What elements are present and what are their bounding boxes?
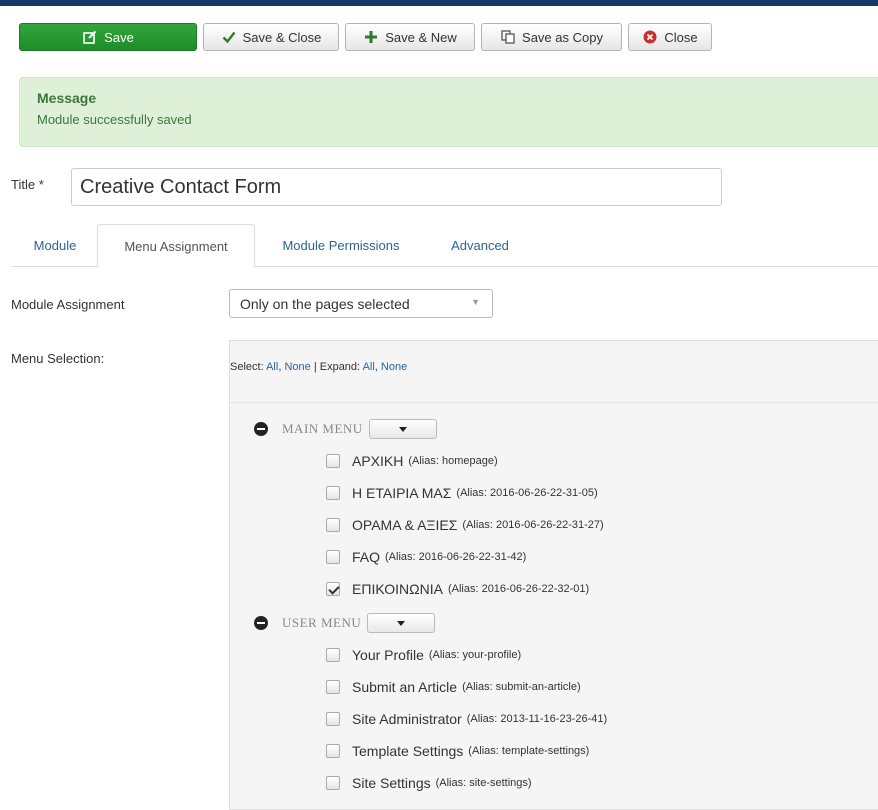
menu-item-name: ΕΠΙΚΟΙΝΩΝΙΑ xyxy=(352,581,443,597)
expand-label: Expand: xyxy=(319,361,361,373)
success-message: Message Module successfully saved xyxy=(19,77,878,147)
menu-item: ΕΠΙΚΟΙΝΩΝΙΑ (Alias: 2016-06-26-22-32-01) xyxy=(326,581,589,597)
chevron-down-icon: ▼ xyxy=(471,297,480,307)
menu-group-main: MAIN MENU xyxy=(254,419,437,439)
menu-item-checkbox[interactable] xyxy=(326,776,340,790)
close-icon xyxy=(642,29,658,45)
copy-icon xyxy=(500,29,516,45)
expand-none-link[interactable]: None xyxy=(381,361,407,373)
menu-selection-label: Menu Selection: xyxy=(11,351,105,366)
menu-item-alias: (Alias: homepage) xyxy=(408,455,498,467)
menu-item-checkbox[interactable] xyxy=(326,648,340,662)
menu-group-dropdown-button[interactable] xyxy=(368,419,437,439)
expand-comma: , xyxy=(374,361,378,373)
save-button[interactable]: Save xyxy=(19,23,197,51)
module-assignment-label: Module Assignment xyxy=(11,297,125,312)
save-label: Save xyxy=(104,29,134,45)
menu-item: FAQ (Alias: 2016-06-26-22-31-42) xyxy=(326,549,526,565)
close-label: Close xyxy=(664,29,698,45)
select-label: Select: xyxy=(230,361,264,373)
menu-item-name: Template Settings xyxy=(352,743,464,759)
message-heading: Message xyxy=(37,90,97,106)
menu-item-name: ΑΡΧΙΚΗ xyxy=(352,453,404,469)
menu-item: Submit an Article (Alias: submit-an-arti… xyxy=(326,679,581,695)
save-as-copy-button[interactable]: Save as Copy xyxy=(481,23,622,51)
close-button[interactable]: Close xyxy=(628,23,712,51)
tab-module[interactable]: Module xyxy=(21,224,89,267)
menu-item: Η ΕΤΑΙΡΙΑ ΜΑΣ (Alias: 2016-06-26-22-31-0… xyxy=(326,485,598,501)
menu-item-alias: (Alias: 2016-06-26-22-31-42) xyxy=(385,551,527,563)
menu-item: ΟΡΑΜΑ & ΑΞΙΕΣ (Alias: 2016-06-26-22-31-2… xyxy=(326,517,604,533)
toolbar: Save Save & Close Save & New Save as Cop… xyxy=(19,23,712,51)
title-input[interactable] xyxy=(71,168,722,206)
menu-item-name: Η ΕΤΑΙΡΙΑ ΜΑΣ xyxy=(352,485,452,501)
caret-down-icon xyxy=(398,426,407,432)
checkmark-icon xyxy=(221,29,237,45)
tab-module-permissions[interactable]: Module Permissions xyxy=(261,224,421,267)
select-expand-line: Select: All, None | Expand: All, None xyxy=(230,361,407,373)
menu-item: Template Settings (Alias: template-setti… xyxy=(326,743,589,759)
edit-icon xyxy=(82,29,98,45)
menu-item-checkbox[interactable] xyxy=(326,486,340,500)
menu-item-alias: (Alias: 2016-06-26-22-32-01) xyxy=(447,583,590,595)
message-body: Module successfully saved xyxy=(37,112,192,127)
menu-item: ΑΡΧΙΚΗ (Alias: homepage) xyxy=(326,453,498,469)
module-assignment-select[interactable]: Only on the pages selected ▼ xyxy=(229,289,493,318)
tab-menu-assignment[interactable]: Menu Assignment xyxy=(97,224,255,268)
menu-group-name: USER MENU xyxy=(282,615,362,630)
menu-item-name: ΟΡΑΜΑ & ΑΞΙΕΣ xyxy=(352,517,458,533)
menu-selection-toolbar: Select: All, None | Expand: All, None xyxy=(230,341,878,403)
select-all-link[interactable]: All xyxy=(266,361,278,373)
caret-down-icon xyxy=(397,620,406,626)
menu-selection-panel: Select: All, None | Expand: All, None MA… xyxy=(229,340,878,810)
tab-advanced[interactable]: Advanced xyxy=(437,224,523,267)
menu-group-user: USER MENU xyxy=(254,613,436,633)
tab-bar: Module Menu Assignment Module Permission… xyxy=(11,224,878,268)
select-comma: , xyxy=(278,361,282,373)
menu-item-alias: (Alias: template-settings) xyxy=(468,745,590,757)
menu-item: Site Settings (Alias: site-settings) xyxy=(326,775,532,791)
menu-item-checkbox-checked[interactable] xyxy=(326,582,340,596)
save-copy-label: Save as Copy xyxy=(522,29,603,45)
menu-item-name: Site Settings xyxy=(352,775,431,791)
menu-item-name: FAQ xyxy=(352,549,381,565)
menu-item-alias: (Alias: site-settings) xyxy=(435,777,532,789)
menu-item-checkbox[interactable] xyxy=(326,550,340,564)
save-close-button[interactable]: Save & Close xyxy=(203,23,339,51)
menu-item-checkbox[interactable] xyxy=(326,454,340,468)
save-new-button[interactable]: Save & New xyxy=(345,23,475,51)
menu-item-name: Site Administrator xyxy=(352,711,462,727)
menu-group-name: MAIN MENU xyxy=(282,421,363,436)
module-assignment-value: Only on the pages selected xyxy=(240,296,410,312)
menu-item-alias: (Alias: 2016-06-26-22-31-27) xyxy=(462,519,604,531)
menu-item: Your Profile (Alias: your-profile) xyxy=(326,647,521,663)
save-new-label: Save & New xyxy=(385,29,457,45)
menu-item-checkbox[interactable] xyxy=(326,518,340,532)
menu-item-alias: (Alias: 2013-11-16-23-26-41) xyxy=(466,713,608,725)
expand-all-link[interactable]: All xyxy=(363,361,375,373)
menu-item-name: Your Profile xyxy=(352,647,424,663)
menu-item: Site Administrator (Alias: 2013-11-16-23… xyxy=(326,711,607,727)
menu-group-dropdown-button[interactable] xyxy=(367,613,436,633)
menu-item-alias: (Alias: 2016-06-26-22-31-05) xyxy=(456,487,598,499)
menu-item-name: Submit an Article xyxy=(352,679,458,695)
separator: | xyxy=(313,361,317,373)
top-accent-bar xyxy=(0,0,878,6)
menu-item-checkbox[interactable] xyxy=(326,680,340,694)
collapse-icon[interactable] xyxy=(254,422,268,436)
title-label: Title * xyxy=(11,177,44,192)
menu-item-alias: (Alias: submit-an-article) xyxy=(462,681,581,693)
select-none-link[interactable]: None xyxy=(284,361,310,373)
menu-item-checkbox[interactable] xyxy=(326,744,340,758)
save-close-label: Save & Close xyxy=(242,29,322,45)
plus-icon xyxy=(363,29,379,45)
menu-item-checkbox[interactable] xyxy=(326,712,340,726)
menu-item-alias: (Alias: your-profile) xyxy=(428,649,522,661)
collapse-icon[interactable] xyxy=(254,616,268,630)
